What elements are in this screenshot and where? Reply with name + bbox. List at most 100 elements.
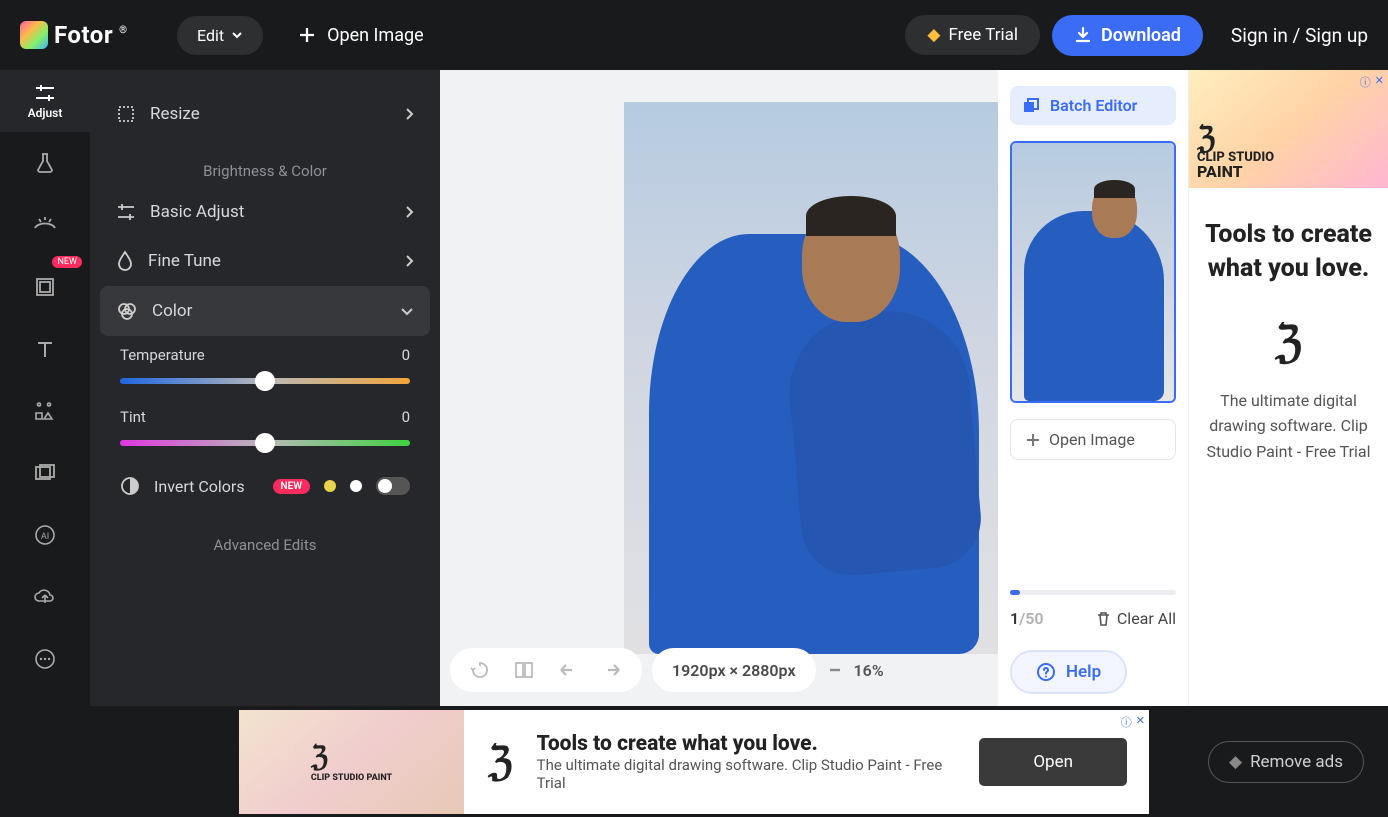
invert-toggle[interactable] [376,477,410,495]
temperature-thumb[interactable] [255,371,275,391]
remove-ads-label: Remove ads [1250,752,1343,772]
free-trial-button[interactable]: ◆ Free Trial [905,15,1040,55]
ad-side-desc: The ultimate digital drawing software. C… [1205,388,1372,465]
remove-ads-button[interactable]: ◆ Remove ads [1208,741,1364,783]
tint-block: Tint 0 [100,398,430,460]
ad-open-button[interactable]: Open [979,738,1127,786]
text-icon [35,339,55,359]
subject-hair [806,196,896,236]
temperature-label: Temperature [120,346,205,364]
zoom-out-icon[interactable] [826,661,844,679]
canvas-image[interactable] [624,102,1004,654]
chevron-down-icon [400,306,414,316]
chevron-right-icon [404,107,414,121]
download-button[interactable]: Download [1052,15,1203,56]
redo-icon[interactable] [602,663,622,677]
row-color[interactable]: Color [100,286,430,336]
edit-dropdown[interactable]: Edit [177,16,263,55]
help-button[interactable]: Help [1010,650,1127,694]
tint-slider[interactable] [120,440,410,446]
temperature-value: 0 [402,346,410,364]
new-badge: NEW [52,256,82,268]
subject-arm [783,305,985,580]
ad-bottom-logo-icon: ℨ [488,738,513,785]
batch-sidebar: Batch Editor Open Image 1/50 Clear All H… [998,70,1188,706]
dot-yellow-icon [324,480,336,492]
row-basic-adjust[interactable]: Basic Adjust [100,188,430,236]
tint-thumb[interactable] [255,433,275,453]
ad-close-icon[interactable]: ✕ [1136,714,1145,730]
row-invert-colors: Invert Colors NEW [100,460,430,512]
section-brightness: Brightness & Color [100,138,430,188]
resize-label: Resize [150,104,390,124]
ad-side-hero[interactable]: ⓘ ✕ ℨ CLIP STUDIO PAINT [1189,70,1388,188]
ad-bottom-brand: CLIP STUDIO PAINT [311,773,392,783]
sign-in-sign-up[interactable]: Sign in / Sign up [1231,24,1368,47]
compare-icon[interactable] [514,660,534,680]
section-advanced: Advanced Edits [100,512,430,562]
logo[interactable]: Fotor ® [20,21,127,49]
tint-value: 0 [402,408,410,426]
download-label: Download [1101,25,1181,46]
open-image-button[interactable]: Open Image [297,25,424,46]
logo-text: Fotor [54,21,113,49]
help-label: Help [1066,662,1101,682]
history-icon[interactable] [470,660,490,680]
adjust-panel: Resize Brightness & Color Basic Adjust F… [90,70,440,706]
rail-frames[interactable]: NEW [0,256,90,318]
fine-tune-label: Fine Tune [148,251,390,271]
chevron-right-icon [404,254,414,268]
more-icon [34,648,56,670]
resize-icon [116,104,136,124]
rail-effects[interactable] [0,132,90,194]
clear-all-button[interactable]: Clear All [1096,609,1176,628]
row-fine-tune[interactable]: Fine Tune [100,236,430,286]
dimensions-display: 1920px × 2880px [652,648,816,692]
rail-cloud[interactable] [0,566,90,628]
ad-close-icon[interactable]: ✕ [1375,74,1384,90]
rail-photos[interactable] [0,442,90,504]
basic-adjust-label: Basic Adjust [150,202,390,222]
history-pill [450,648,642,692]
ad-side-logo-icon: ℨ [1205,316,1372,368]
rail-elements[interactable] [0,380,90,442]
sliders-icon [116,203,136,221]
rail-ai[interactable]: AI [0,504,90,566]
edit-label: Edit [197,26,224,45]
frame-icon [35,277,55,297]
rail-beauty[interactable] [0,194,90,256]
ad-bottom-body: ℨ Tools to create what you love. The ult… [464,732,979,792]
open-image-label: Open Image [327,25,424,46]
ad-bottom-strip: ⓘ ✕ ℨ CLIP STUDIO PAINT ℨ Tools to creat… [0,706,1388,817]
plus-icon [1025,432,1041,448]
ad-side-column: ⓘ ✕ ℨ CLIP STUDIO PAINT Tools to create … [1188,70,1388,706]
ad-info-icon[interactable]: ⓘ [1360,74,1371,90]
ad-bottom-box[interactable]: ⓘ ✕ ℨ CLIP STUDIO PAINT ℨ Tools to creat… [239,710,1149,814]
color-icon [116,300,138,322]
eye-icon [33,216,57,234]
ad-info-icon[interactable]: ⓘ [1121,714,1132,730]
batch-editor-button[interactable]: Batch Editor [1010,86,1176,125]
rail-text[interactable] [0,318,90,380]
batch-open-image-label: Open Image [1049,430,1135,449]
shapes-icon [34,401,56,421]
cloud-upload-icon [33,587,57,607]
batch-editor-label: Batch Editor [1050,96,1137,115]
topbar: Fotor ® Edit Open Image ◆ Free Trial Dow… [0,0,1388,70]
trash-icon [1096,611,1111,627]
chevron-down-icon [231,29,243,41]
ad-side-body[interactable]: Tools to create what you love. ℨ The ult… [1189,188,1388,464]
row-resize[interactable]: Resize [100,90,430,138]
svg-text:AI: AI [41,532,49,542]
batch-thumbnail[interactable] [1010,141,1176,403]
temperature-slider[interactable] [120,378,410,384]
tint-label: Tint [120,408,146,426]
flask-icon [36,152,54,174]
undo-icon[interactable] [558,663,578,677]
batch-open-image-button[interactable]: Open Image [1010,419,1176,460]
rail-more[interactable] [0,628,90,690]
batch-scrollbar[interactable] [1010,590,1176,595]
free-trial-label: Free Trial [949,25,1019,45]
temperature-block: Temperature 0 [100,336,430,398]
rail-adjust[interactable]: Adjust [0,70,90,132]
